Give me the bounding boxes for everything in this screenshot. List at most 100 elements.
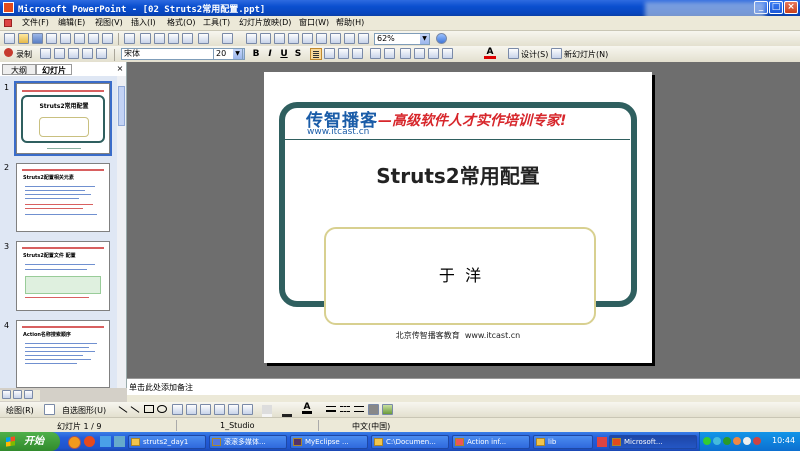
new-icon[interactable] [4,33,15,44]
decrease-font-icon[interactable] [414,48,425,59]
chevron-down-icon[interactable]: ▼ [420,34,429,44]
spelling-icon[interactable] [102,33,113,44]
zoom-select[interactable]: 62% ▼ [374,33,430,45]
notes-splitter[interactable] [127,395,800,402]
slideshow-icon[interactable] [24,390,33,399]
task-button-5[interactable]: Action inf... [452,435,530,449]
redo-icon[interactable] [222,33,233,44]
color-icon[interactable] [344,33,355,44]
arrow-style-icon[interactable] [354,406,364,412]
normal-view-icon[interactable] [2,390,11,399]
menu-tools[interactable]: 工具(T) [203,17,230,28]
decrease-indent-icon[interactable] [428,48,439,59]
slide-thumbnail-4[interactable]: Action名称搜索顺序 [16,320,110,388]
vertical-textbox-icon[interactable] [186,404,197,415]
fill-color-icon[interactable] [262,405,272,417]
menu-view[interactable]: 视图(V) [95,17,123,28]
menu-insert[interactable]: 插入(I) [131,17,156,28]
quicklaunch-icon[interactable] [114,436,125,447]
show-formatting-icon[interactable] [316,33,327,44]
task-button-1[interactable]: struts2_day1 [128,435,206,449]
numbering-icon[interactable] [370,48,381,59]
audio-icon[interactable] [82,48,93,59]
tray-icon[interactable] [733,437,741,445]
shadow-button[interactable]: S [292,48,304,60]
shadow-style-icon[interactable] [368,404,379,415]
help-icon[interactable] [436,33,447,44]
cut-icon[interactable] [140,33,151,44]
new-slide-icon[interactable] [551,48,562,59]
record-button[interactable]: 录制 [16,49,32,60]
bullets-icon[interactable] [384,48,395,59]
diagram-icon[interactable] [214,404,225,415]
increase-font-icon[interactable] [400,48,411,59]
email-icon[interactable] [60,33,71,44]
textbox-icon[interactable] [172,404,183,415]
task-button-6[interactable]: lib [533,435,593,449]
format-painter-icon[interactable] [182,33,193,44]
print-preview-icon[interactable] [88,33,99,44]
slide-sorter-icon[interactable] [13,390,22,399]
menu-help[interactable]: 帮助(H) [336,17,364,28]
align-right-icon[interactable] [338,48,349,59]
increase-indent-icon[interactable] [442,48,453,59]
insert-hyperlink-icon[interactable] [288,33,299,44]
clock[interactable]: 10:44 [772,436,795,445]
font-color-icon[interactable]: A [484,48,496,59]
line-style-icon[interactable] [326,406,336,412]
insert-picture-icon[interactable] [358,33,369,44]
tab-outline[interactable]: 大纲 [2,64,36,75]
insert-picture-icon[interactable] [242,404,253,415]
underline-button[interactable]: U [278,48,290,60]
menu-edit[interactable]: 编辑(E) [58,17,85,28]
close-button[interactable]: × [784,1,798,14]
scrollbar-thumb[interactable] [118,86,125,126]
new-slide-button[interactable]: 新幻灯片(N) [564,49,608,60]
permission-icon[interactable] [46,33,57,44]
slide-thumbnail-3[interactable]: Struts2配置文件 配置 [16,241,110,311]
current-slide[interactable]: 传智播客 www.itcast.cn —高级软件人才实作培训专家! Struts… [264,72,652,363]
italic-button[interactable]: I [264,48,276,60]
security-icon[interactable] [723,437,731,445]
select-objects-icon[interactable] [44,404,55,415]
expand-all-icon[interactable] [302,33,313,44]
wordart-icon[interactable] [200,404,211,415]
browser-icon[interactable] [84,436,95,447]
tables-borders-icon[interactable] [274,33,285,44]
app-icon[interactable] [597,437,607,447]
start-button[interactable]: 开始 [0,432,60,451]
tray-icon[interactable] [753,437,761,445]
open-icon[interactable] [18,33,29,44]
slide-thumbnail-1[interactable]: Struts2常用配置 [14,81,112,156]
tray-icon[interactable] [713,437,721,445]
line-icon[interactable] [118,406,128,413]
autoshapes-menu[interactable]: 自选图形(U) [62,405,106,416]
menu-format[interactable]: 格式(O) [167,17,196,28]
save-icon[interactable] [32,33,43,44]
arrow-icon[interactable] [130,406,140,413]
menu-file[interactable]: 文件(F) [22,17,49,28]
tab-slides[interactable]: 幻灯片 [36,64,72,75]
design-icon[interactable] [508,48,519,59]
maximize-button[interactable]: □ [769,1,783,14]
paste-icon[interactable] [168,33,179,44]
slide-title[interactable]: Struts2常用配置 [264,160,652,189]
font-size-select[interactable]: 20 ▼ [213,48,243,60]
font-color-icon[interactable]: A [302,403,312,414]
draw-menu[interactable]: 绘图(R) [6,405,34,416]
print-icon[interactable] [74,33,85,44]
menu-window[interactable]: 窗口(W) [299,17,329,28]
distributed-icon[interactable] [352,48,363,59]
task-button-2[interactable]: 滚滚多媒体... [209,435,287,449]
insert-chart-icon[interactable] [246,33,257,44]
task-button-3[interactable]: MyEclipse ... [290,435,368,449]
align-center-icon[interactable] [324,48,335,59]
macro-icon[interactable] [40,48,51,59]
picture-icon[interactable] [68,48,79,59]
desktop-icon[interactable] [100,436,111,447]
grayscale-icon[interactable] [330,33,341,44]
dash-style-icon[interactable] [340,406,350,412]
3d-style-icon[interactable] [382,404,393,415]
task-button-active[interactable]: Microsoft... [609,435,697,449]
copy-icon[interactable] [154,33,165,44]
